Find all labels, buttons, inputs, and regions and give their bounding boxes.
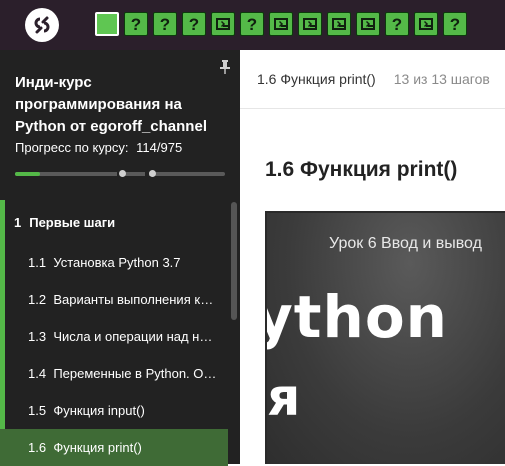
progress-milestone-marker [119, 170, 126, 177]
lesson-number: 1.3 [28, 329, 47, 344]
question-icon: ? [188, 14, 200, 34]
pin-icon[interactable] [219, 60, 231, 74]
code-icon [361, 18, 375, 30]
step-button-2[interactable]: ? [124, 12, 148, 36]
code-icon [332, 18, 346, 30]
question-icon: ? [130, 14, 142, 34]
step-button-12[interactable] [414, 12, 438, 36]
question-icon: ? [449, 14, 461, 34]
progress-bar-fill [15, 172, 40, 176]
top-navigation-bar: ?????? [0, 0, 505, 50]
code-icon [419, 18, 433, 30]
course-progress-text: Прогресс по курсу: 114/975 [15, 140, 182, 155]
lesson-item-1-3[interactable]: 1.3 Числа и операции над ними [0, 318, 228, 355]
lesson-title: Варианты выполнения кода [53, 292, 218, 307]
module-title: Первые шаги [29, 214, 116, 230]
course-progress-bar [15, 170, 225, 177]
progress-milestone-marker [149, 170, 156, 177]
step-navigation: ?????? [95, 12, 467, 38]
step-button-13[interactable]: ? [443, 12, 467, 36]
lesson-title: Функция print() [53, 440, 142, 455]
stepik-logo-icon[interactable] [25, 8, 59, 42]
progress-label: Прогресс по курсу: [15, 140, 129, 155]
lesson-item-1-6[interactable]: 1.6 Функция print() [0, 429, 228, 466]
video-subtitle-text: я [267, 368, 301, 428]
lesson-title: Переменные в Python. Оператор присваиван… [53, 366, 218, 381]
step-button-9[interactable] [327, 12, 351, 36]
code-icon [303, 18, 317, 30]
video-title-text: ython [265, 283, 448, 351]
step-button-8[interactable] [298, 12, 322, 36]
module-number: 1 [14, 214, 22, 230]
lesson-title: Функция input() [53, 403, 145, 418]
step-button-6[interactable]: ? [240, 12, 264, 36]
step-button-7[interactable] [269, 12, 293, 36]
step-button-1[interactable] [95, 12, 119, 36]
lesson-title: Числа и операции над ними [53, 329, 218, 344]
header-lesson-title: 1.6 Функция print() [257, 71, 376, 87]
course-sidebar: Инди-курс программирования на Python от … [0, 50, 240, 466]
lesson-number: 1.1 [28, 255, 47, 270]
video-caption: Урок 6 Ввод и вывод [329, 235, 482, 252]
question-icon: ? [391, 14, 403, 34]
header-step-count: 13 из 13 шагов [393, 71, 490, 87]
step-button-4[interactable]: ? [182, 12, 206, 36]
progress-value: 114/975 [136, 140, 183, 155]
course-title[interactable]: Инди-курс программирования на Python от … [15, 72, 220, 138]
lesson-number: 1.2 [28, 292, 47, 307]
video-player[interactable]: Урок 6 Ввод и вывод ython я [265, 211, 505, 464]
code-icon [274, 18, 288, 30]
step-button-10[interactable] [356, 12, 380, 36]
lesson-number: 1.6 [28, 440, 47, 455]
question-icon: ? [159, 14, 171, 34]
lesson-number: 1.5 [28, 403, 47, 418]
lesson-item-1-4[interactable]: 1.4 Переменные в Python. Оператор присва… [0, 355, 228, 392]
lesson-item-1-5[interactable]: 1.5 Функция input() [0, 392, 228, 429]
lesson-item-1-1[interactable]: 1.1 Установка Python 3.7 [0, 244, 228, 281]
lesson-list: 1 Первые шаги 1.1 Установка Python 3.7 1… [0, 200, 228, 466]
lesson-number: 1.4 [28, 366, 47, 381]
sidebar-scrollbar[interactable] [231, 202, 237, 320]
module-item[interactable]: 1 Первые шаги [0, 200, 228, 244]
lesson-header: 1.6 Функция print() 13 из 13 шагов [240, 50, 505, 109]
step-button-5[interactable] [211, 12, 235, 36]
code-icon [216, 18, 230, 30]
lesson-title: Установка Python 3.7 [53, 255, 181, 270]
step-button-11[interactable]: ? [385, 12, 409, 36]
step-button-3[interactable]: ? [153, 12, 177, 36]
lesson-item-1-2[interactable]: 1.2 Варианты выполнения кода [0, 281, 228, 318]
question-icon: ? [246, 14, 258, 34]
lesson-heading: 1.6 Функция print() [265, 158, 458, 181]
